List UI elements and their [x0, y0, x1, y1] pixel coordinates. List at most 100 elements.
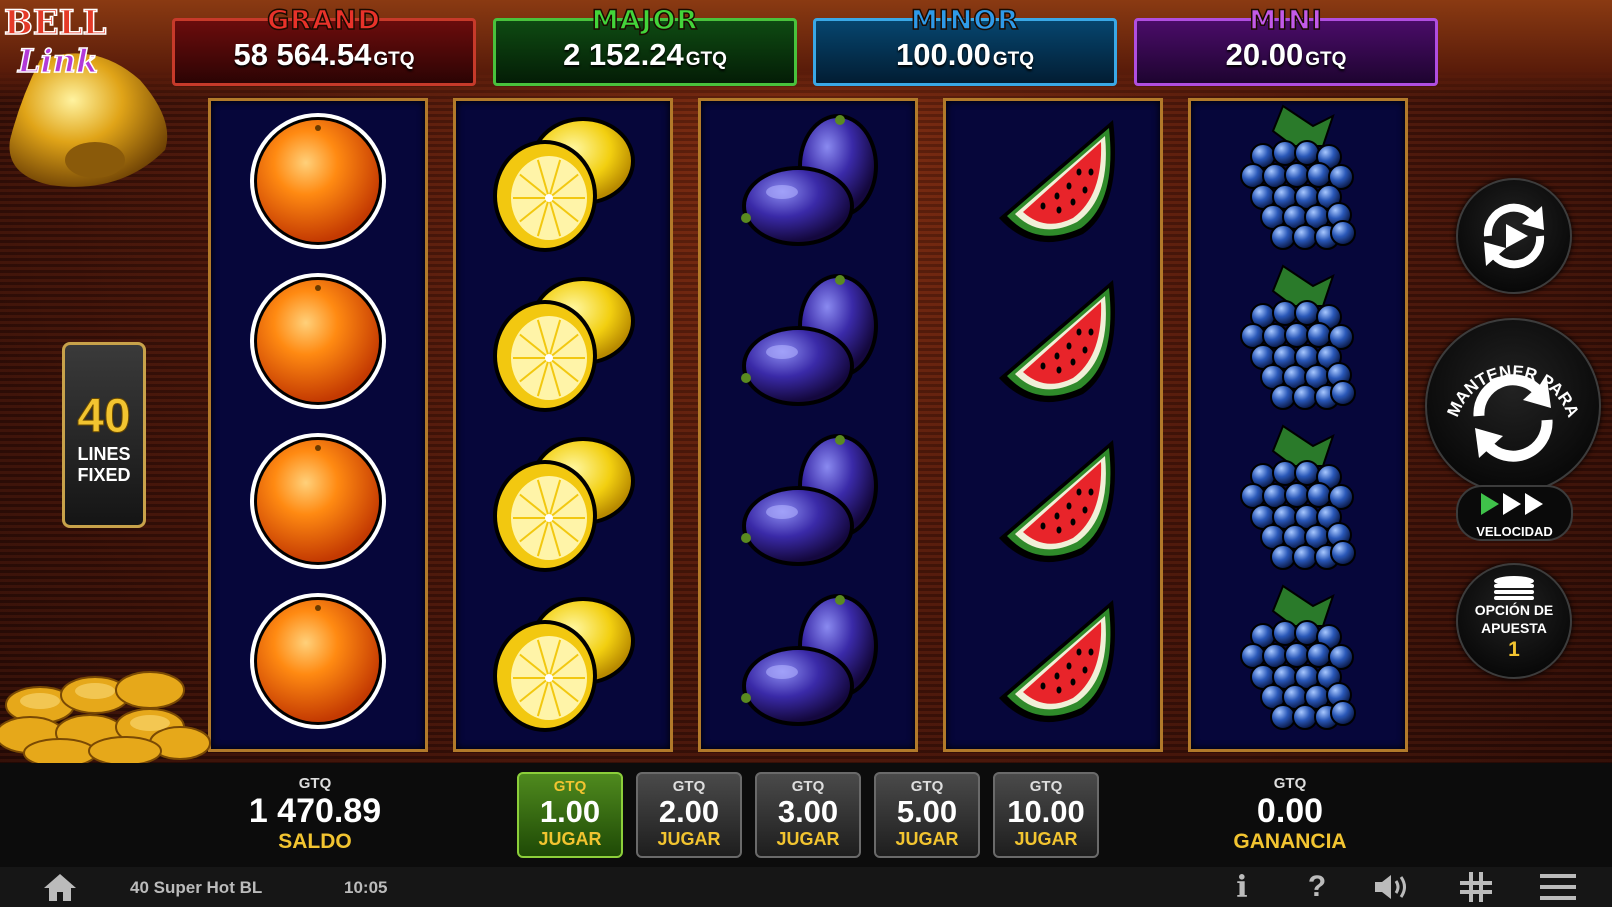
clock: 10:05	[344, 878, 388, 897]
info-icon: i	[1236, 869, 1248, 905]
spin-button[interactable]: MANTENER PARA JUEGO RÁPIDO	[1420, 305, 1601, 494]
grapes-symbol	[1191, 261, 1405, 421]
bet-button-1[interactable]: GTQ 1.00 JUGAR	[517, 772, 623, 858]
spin-icon: MANTENER PARA JUEGO RÁPIDO	[1420, 305, 1583, 462]
win-display: GTQ 0.00 GANANCIA	[1200, 775, 1380, 854]
bet-option-label-2: APUESTA	[1481, 620, 1547, 636]
home-button[interactable]	[40, 871, 80, 903]
jackpot-grand-title: GRAND	[266, 4, 381, 37]
jackpot-minor-value: 100.00 GTQ	[896, 37, 1034, 72]
bet-currency: GTQ	[1029, 778, 1063, 795]
balance-label: SALDO	[278, 830, 352, 853]
lemon-symbol	[456, 101, 670, 261]
lemon-symbol	[456, 581, 670, 741]
home-icon	[44, 874, 76, 901]
reel-4	[943, 98, 1163, 752]
balance-currency: GTQ	[298, 775, 332, 792]
gold-coins-decoration	[0, 671, 211, 765]
bet-value: 3.00	[777, 794, 839, 829]
bet-button-10[interactable]: GTQ 10.00 JUGAR	[993, 772, 1099, 858]
bet-value: 5.00	[896, 794, 958, 829]
balance-display: GTQ 1 470.89 SALDO	[225, 775, 405, 854]
lines-fixed-badge: 40 LINES FIXED	[62, 342, 146, 528]
logo-bell-text: BELL	[4, 3, 107, 43]
help-icon: ?	[1307, 870, 1327, 903]
win-currency: GTQ	[1273, 775, 1307, 792]
orange-symbol	[211, 101, 425, 261]
jackpot-mini-value: 20.00 GTQ	[1225, 37, 1347, 72]
game-name: 40 Super Hot BL	[130, 878, 263, 897]
autoplay-icon	[1483, 203, 1545, 269]
info-button[interactable]: i	[1228, 869, 1256, 905]
bet-label: JUGAR	[657, 829, 721, 849]
status-bar: 40 Super Hot BL 10:05 i ?	[0, 867, 1612, 907]
lines-count: 40	[77, 390, 131, 444]
fast-forward-icon	[1480, 493, 1543, 515]
reel-5	[1188, 98, 1408, 752]
bet-option-value: 1	[1508, 638, 1520, 661]
bet-label: JUGAR	[776, 829, 840, 849]
jackpot-mini-title: MINI	[1248, 4, 1323, 37]
bet-button-3[interactable]: GTQ 3.00 JUGAR	[755, 772, 861, 858]
help-button[interactable]: ?	[1302, 870, 1332, 903]
reel-3	[698, 98, 918, 752]
watermelon-symbol	[946, 421, 1160, 581]
bet-currency: GTQ	[553, 778, 587, 795]
orange-symbol	[211, 261, 425, 421]
balance-value: 1 470.89	[248, 792, 382, 830]
fixed-label: FIXED	[77, 465, 131, 485]
orange-symbol	[211, 421, 425, 581]
watermelon-symbol	[946, 581, 1160, 741]
bet-label: JUGAR	[895, 829, 959, 849]
grapes-symbol	[1191, 421, 1405, 581]
orange-symbol	[211, 581, 425, 741]
bet-label: JUGAR	[1014, 829, 1078, 849]
jackpot-mini: MINI 20.00 GTQ	[1134, 4, 1438, 86]
bet-currency: GTQ	[672, 778, 706, 795]
bet-label: JUGAR	[538, 829, 602, 849]
speed-label: VELOCIDAD	[1476, 524, 1553, 539]
bet-value: 1.00	[539, 794, 601, 829]
grapes-symbol	[1191, 581, 1405, 741]
sound-button[interactable]	[1372, 871, 1412, 903]
jackpot-minor-title: MINOR	[910, 4, 1020, 37]
lines-label: LINES	[77, 444, 131, 464]
bet-button-5[interactable]: GTQ 5.00 JUGAR	[874, 772, 980, 858]
fullscreen-button[interactable]	[1458, 871, 1494, 903]
menu-button[interactable]	[1538, 871, 1578, 903]
plum-symbol	[701, 101, 915, 261]
fullscreen-icon	[1460, 872, 1492, 902]
game-screen: BELL Link GRAND 58 564.54 GTQ MAJOR 2 152…	[0, 0, 1612, 907]
jackpot-major-value: 2 152.24 GTQ	[563, 37, 727, 72]
bet-value: 10.00	[1007, 794, 1085, 829]
coin-stack-icon	[1494, 576, 1534, 600]
jackpot-major: MAJOR 2 152.24 GTQ	[493, 4, 797, 86]
speed-button[interactable]: VELOCIDAD	[1456, 485, 1573, 541]
win-label: GANANCIA	[1233, 830, 1347, 853]
plum-symbol	[701, 421, 915, 581]
lemon-symbol	[456, 421, 670, 581]
autoplay-button[interactable]	[1456, 178, 1572, 294]
hamburger-menu-icon	[1540, 874, 1576, 900]
reel-1	[208, 98, 428, 752]
lemon-symbol	[456, 261, 670, 421]
logo-link-text: Link	[17, 42, 98, 80]
bet-value: 2.00	[658, 794, 720, 829]
plum-symbol	[701, 581, 915, 741]
spin-hold-text: MANTENER PARA JUEGO RÁPIDO	[1427, 320, 1583, 420]
grapes-symbol	[1191, 101, 1405, 261]
reel-2	[453, 98, 673, 752]
bet-option-label: OPCIÓN DE	[1474, 602, 1554, 618]
plum-symbol	[701, 261, 915, 421]
jackpot-minor: MINOR 100.00 GTQ	[813, 4, 1117, 86]
watermelon-symbol	[946, 101, 1160, 261]
bet-button-2[interactable]: GTQ 2.00 JUGAR	[636, 772, 742, 858]
watermelon-symbol	[946, 261, 1160, 421]
speaker-icon	[1375, 875, 1406, 899]
win-value: 0.00	[1256, 792, 1324, 830]
jackpot-grand-value: 58 564.54 GTQ	[233, 37, 415, 72]
bet-currency: GTQ	[910, 778, 944, 795]
bet-option-button[interactable]: OPCIÓN DE APUESTA 1	[1456, 563, 1572, 679]
bell-link-logo: BELL Link	[3, 2, 168, 187]
jackpot-grand: GRAND 58 564.54 GTQ	[172, 4, 476, 86]
